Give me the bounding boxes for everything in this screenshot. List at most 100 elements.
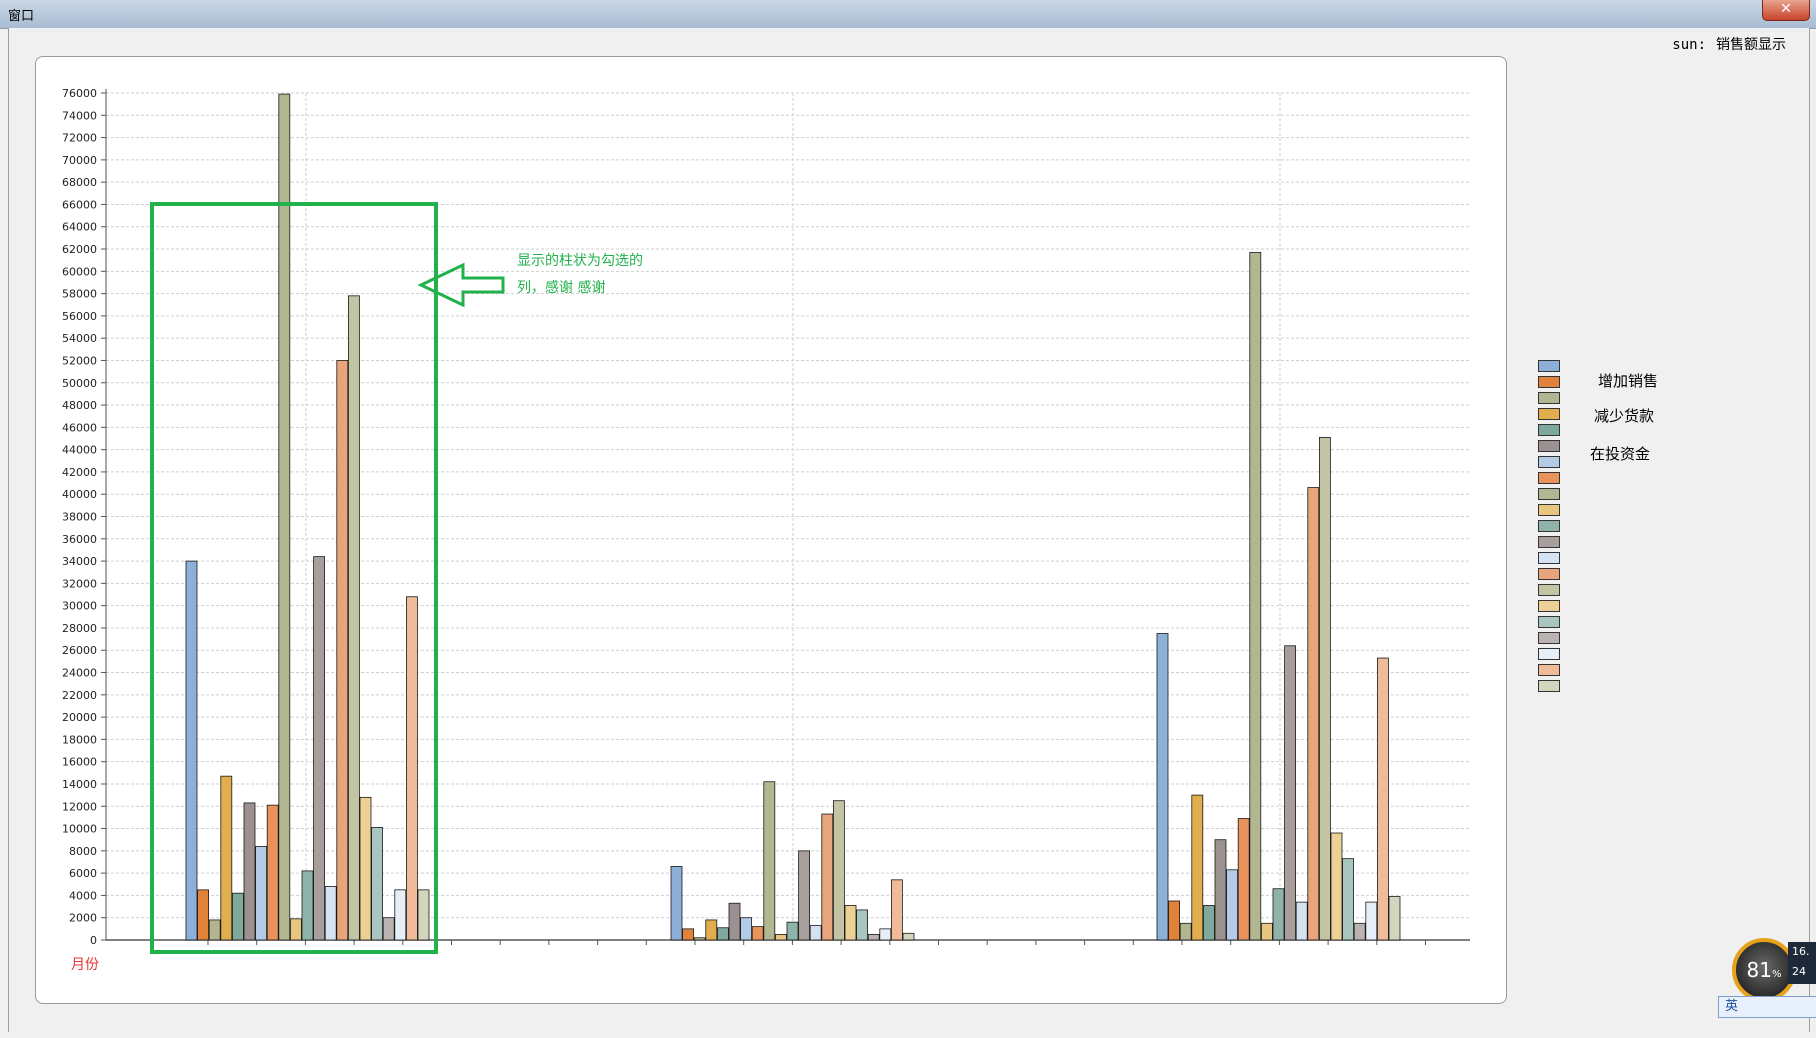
- bar: [1272, 888, 1285, 941]
- bar: [1214, 839, 1227, 941]
- y-tick-label: 70000: [62, 154, 97, 167]
- y-tick-label: 22000: [62, 689, 97, 702]
- annotation-line-1: 显示的柱状为勾选的: [517, 253, 643, 269]
- y-tick-label: 52000: [62, 354, 97, 367]
- y-tick-label: 76000: [62, 87, 97, 100]
- bar: [717, 927, 729, 941]
- bar: [1319, 436, 1331, 941]
- x-axis-label: 月份: [71, 957, 99, 973]
- legend-swatch: [1538, 600, 1560, 612]
- legend-swatch: [1538, 376, 1560, 388]
- bar: [786, 921, 799, 941]
- bar: [371, 827, 384, 941]
- y-tick-label: 48000: [62, 399, 97, 412]
- bar: [693, 937, 706, 941]
- y-tick-label: 60000: [62, 265, 97, 278]
- bar: [255, 845, 268, 941]
- bar: [1330, 832, 1343, 941]
- y-tick-label: 44000: [62, 444, 97, 457]
- y-tick-label: 6000: [69, 867, 97, 880]
- close-button[interactable]: ✕: [1762, 0, 1810, 21]
- bar: [856, 909, 868, 941]
- y-tick-label: 54000: [62, 332, 97, 345]
- y-tick-label: 62000: [62, 243, 97, 256]
- bar: [809, 925, 822, 941]
- bar: [705, 919, 718, 941]
- bar: [821, 813, 834, 941]
- legend-label: 在投资金: [1590, 445, 1651, 463]
- y-tick-label: 30000: [62, 600, 97, 613]
- y-tick-label: 42000: [62, 466, 97, 479]
- y-tick-label: 14000: [62, 778, 97, 791]
- y-tick-label: 40000: [62, 488, 97, 501]
- y-tick-label: 16000: [62, 756, 97, 769]
- bar: [382, 917, 395, 941]
- bar: [1179, 922, 1192, 941]
- legend-swatch: [1538, 488, 1560, 500]
- bar: [313, 556, 326, 941]
- y-tick-label: 58000: [62, 288, 97, 301]
- download-speed: 24: [1792, 965, 1806, 978]
- bar: [763, 781, 776, 941]
- legend-swatch: [1538, 408, 1560, 420]
- window-title: 窗口: [8, 9, 35, 24]
- legend-swatch: [1538, 360, 1560, 372]
- y-tick-label: 38000: [62, 511, 97, 524]
- y-tick-label: 8000: [69, 845, 97, 858]
- y-tick-label: 18000: [62, 733, 97, 746]
- bar: [1191, 794, 1204, 941]
- bar: [728, 902, 741, 941]
- bar: [1203, 905, 1215, 941]
- bar-chart: 0 2000 4000 6000 8000 10000 12000 14000 16000 180…: [62, 87, 1470, 973]
- legend: 增加销售 减少货款 在投资金: [1532, 360, 1732, 720]
- upload-speed: 16.: [1792, 945, 1810, 958]
- header-line: sun: 销售额显示: [1672, 34, 1786, 54]
- y-tick-label: 64000: [62, 221, 97, 234]
- bar: [289, 918, 302, 941]
- legend-swatch: [1538, 568, 1560, 580]
- bar: [798, 850, 810, 941]
- bar: [394, 889, 407, 941]
- bar: [359, 796, 372, 941]
- bar: [1377, 657, 1389, 941]
- bar: [833, 800, 845, 941]
- bar: [682, 928, 694, 941]
- bar: [220, 775, 233, 941]
- y-tick-label: 68000: [62, 176, 97, 189]
- legend-swatch: [1538, 536, 1560, 548]
- bar: [1365, 901, 1378, 941]
- header-user: sun:: [1672, 37, 1706, 53]
- window-titlebar: 窗口 ✕: [0, 0, 1816, 29]
- y-tick-label: 32000: [62, 577, 97, 590]
- bar: [1156, 633, 1169, 941]
- bar: [417, 889, 430, 941]
- chart-frame: 0 2000 4000 6000 8000 10000 12000 14000 16000 180…: [35, 56, 1507, 1004]
- y-tick-label: 72000: [62, 132, 97, 145]
- bar: [208, 919, 221, 941]
- bar: [266, 804, 279, 941]
- y-tick-label: 28000: [62, 622, 97, 635]
- legend-swatch: [1538, 680, 1560, 692]
- y-tick-label: 56000: [62, 310, 97, 323]
- y-tick-label: 36000: [62, 533, 97, 546]
- legend-label: 增加销售: [1598, 372, 1659, 390]
- y-tick-label: 46000: [62, 421, 97, 434]
- bar: [891, 879, 903, 941]
- performance-gauge[interactable]: 81%: [1732, 938, 1796, 1002]
- bar: [1261, 922, 1273, 941]
- bar: [1353, 922, 1366, 941]
- ime-toolbar[interactable]: 英: [1718, 996, 1816, 1018]
- bar: [844, 905, 857, 941]
- legend-swatch: [1538, 424, 1560, 436]
- y-tick-label: 12000: [62, 800, 97, 813]
- legend-swatch: [1538, 392, 1560, 404]
- y-tick-label: 0: [90, 934, 97, 947]
- system-tray-widget: 81% 16. 24 英: [1718, 930, 1816, 1038]
- legend-swatch: [1538, 472, 1560, 484]
- bar: [879, 928, 892, 941]
- bar: [347, 295, 360, 941]
- y-tick-label: 34000: [62, 555, 97, 568]
- bar: [1388, 896, 1401, 941]
- legend-swatch: [1538, 440, 1560, 452]
- bar: [336, 360, 349, 941]
